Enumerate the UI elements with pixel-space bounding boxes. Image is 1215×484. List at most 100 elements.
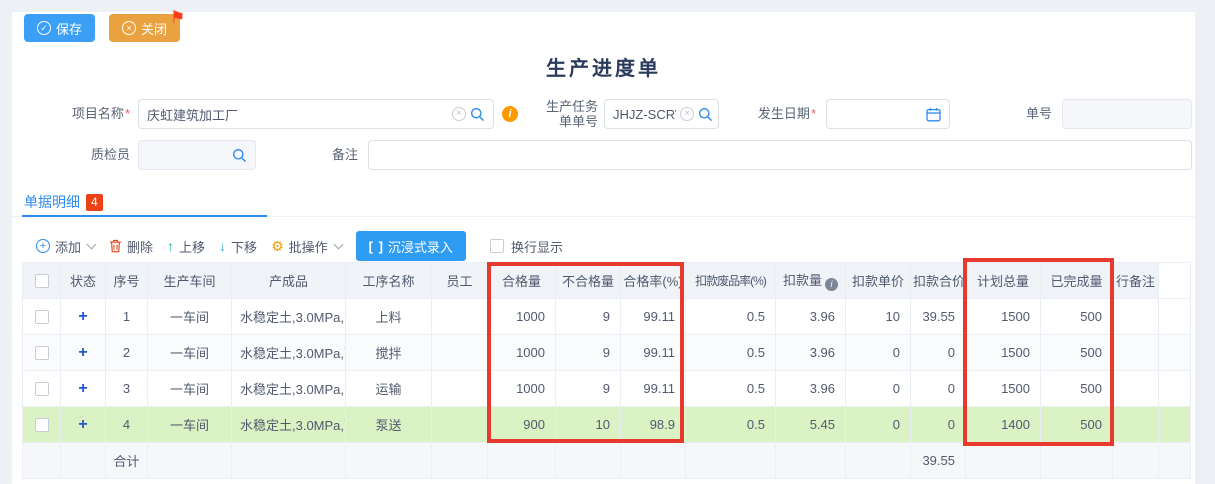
chevron-down-icon <box>87 239 97 249</box>
inspector-label: 质检员 <box>26 140 130 170</box>
total-cell-completed <box>1041 443 1113 479</box>
cell-deduct_unit: 0 <box>846 371 911 407</box>
row-checkbox[interactable] <box>35 346 49 360</box>
gear-icon: ⚙ <box>271 238 284 255</box>
table-row: +2一车间水稳定土,3.0MPa,面搅拌1000999.110.53.96001… <box>23 335 1191 371</box>
expand-row-icon[interactable]: + <box>78 344 87 361</box>
arrow-up-icon: ↑ <box>167 238 174 254</box>
header-unqualified: 不合格量 <box>556 263 621 299</box>
total-row: 合计39.55 <box>23 443 1191 479</box>
table-row: +4一车间水稳定土,3.0MPa,面泵送9001098.90.55.450014… <box>23 407 1191 443</box>
clear-icon[interactable]: × <box>680 107 694 121</box>
chevron-down-icon <box>333 239 343 249</box>
cell-status: + <box>61 371 106 407</box>
cell-spacer <box>1159 407 1191 443</box>
trash-icon <box>109 239 122 253</box>
active-tab-underline <box>22 215 267 217</box>
form-sheet: ✓ 保存 × 关闭 ⚑ 生产进度单 项目名称* × i 生产任务单单号 × 发生… <box>12 12 1195 484</box>
inspector-input[interactable] <box>147 148 228 163</box>
tab-detail[interactable]: 单据明细 4 <box>24 188 103 216</box>
cell-sel <box>23 335 61 371</box>
page-title: 生产进度单 <box>12 52 1195 81</box>
flag-marker-icon: ⚑ <box>170 8 185 28</box>
cell-row_remark <box>1113 335 1159 371</box>
cell-employee <box>432 335 488 371</box>
project-name-input[interactable] <box>147 107 448 122</box>
cell-rate: 99.11 <box>621 335 686 371</box>
task-order-label: 生产任务单单号 <box>532 99 598 129</box>
header-completed: 已完成量 <box>1041 263 1113 299</box>
remark-input[interactable] <box>377 148 1183 163</box>
header-rate: 合格率(%) <box>621 263 686 299</box>
circle-plus-icon: + <box>36 239 50 253</box>
header-process: 工序名称 <box>346 263 432 299</box>
info-icon[interactable]: i <box>825 278 838 291</box>
task-order-input[interactable] <box>613 107 676 122</box>
total-cell-row_remark <box>1113 443 1159 479</box>
inspector-field <box>138 140 256 170</box>
row-checkbox[interactable] <box>35 418 49 432</box>
search-icon[interactable] <box>470 107 485 122</box>
search-icon[interactable] <box>698 107 713 122</box>
cell-product: 水稳定土,3.0MPa,面 <box>232 371 346 407</box>
cell-scrap_rate: 0.5 <box>686 299 776 335</box>
row-checkbox[interactable] <box>35 310 49 324</box>
total-cell-workshop <box>148 443 232 479</box>
project-name-label: 项目名称* <box>26 99 130 129</box>
expand-row-icon[interactable]: + <box>78 416 87 433</box>
wrap-display-checkbox[interactable] <box>490 239 504 253</box>
order-no-input <box>1071 107 1183 122</box>
total-cell-process <box>346 443 432 479</box>
calendar-icon[interactable] <box>926 107 941 122</box>
cell-product: 水稳定土,3.0MPa,面 <box>232 299 346 335</box>
table-row: +3一车间水稳定土,3.0MPa,面运输1000999.110.53.96001… <box>23 371 1191 407</box>
header-employee: 员工 <box>432 263 488 299</box>
expand-row-icon[interactable]: + <box>78 308 87 325</box>
info-icon[interactable]: i <box>502 106 518 122</box>
cell-qualified: 1000 <box>488 371 556 407</box>
total-cell-sel <box>23 443 61 479</box>
cell-process: 运输 <box>346 371 432 407</box>
search-icon[interactable] <box>232 148 247 163</box>
cell-employee <box>432 371 488 407</box>
cell-deduct_qty: 3.96 <box>776 299 846 335</box>
total-cell-deduct_unit <box>846 443 911 479</box>
detail-grid: 状态序号生产车间产成品工序名称员工合格量不合格量合格率(%)扣款废品率(%)扣款… <box>22 262 1191 479</box>
cell-plan_total: 1400 <box>966 407 1041 443</box>
batch-operation-button[interactable]: ⚙ 批操作 <box>271 237 342 256</box>
total-cell-employee <box>432 443 488 479</box>
save-button[interactable]: ✓ 保存 <box>24 14 95 42</box>
cell-spacer <box>1159 335 1191 371</box>
wrap-display-toggle[interactable]: 换行显示 <box>490 237 563 256</box>
row-checkbox[interactable] <box>35 382 49 396</box>
cell-status: + <box>61 407 106 443</box>
cell-process: 泵送 <box>346 407 432 443</box>
date-input[interactable] <box>835 107 922 122</box>
move-up-button[interactable]: ↑ 上移 <box>167 237 205 256</box>
wrap-display-label: 换行显示 <box>511 237 563 256</box>
arrow-down-icon: ↓ <box>219 238 226 254</box>
select-all-checkbox[interactable] <box>35 274 49 288</box>
cell-product: 水稳定土,3.0MPa,面 <box>232 335 346 371</box>
add-row-button[interactable]: + 添加 <box>36 237 95 256</box>
cell-employee <box>432 407 488 443</box>
task-order-field: × <box>604 99 719 129</box>
move-down-button[interactable]: ↓ 下移 <box>219 237 257 256</box>
cell-sel <box>23 407 61 443</box>
cell-scrap_rate: 0.5 <box>686 371 776 407</box>
cell-unqualified: 9 <box>556 335 621 371</box>
cell-unqualified: 9 <box>556 371 621 407</box>
expand-row-icon[interactable]: + <box>78 380 87 397</box>
cell-row_remark <box>1113 407 1159 443</box>
clear-icon[interactable]: × <box>452 107 466 121</box>
header-workshop: 生产车间 <box>148 263 232 299</box>
total-cell-product <box>232 443 346 479</box>
cell-deduct_total: 0 <box>911 335 966 371</box>
cell-row_remark <box>1113 299 1159 335</box>
cell-status: + <box>61 335 106 371</box>
cell-spacer <box>1159 371 1191 407</box>
order-no-label: 单号 <box>992 99 1052 129</box>
delete-row-button[interactable]: 删除 <box>109 237 153 256</box>
close-button-label: 关闭 <box>141 19 167 38</box>
immersive-entry-button[interactable]: [ ] 沉浸式录入 <box>356 231 466 261</box>
